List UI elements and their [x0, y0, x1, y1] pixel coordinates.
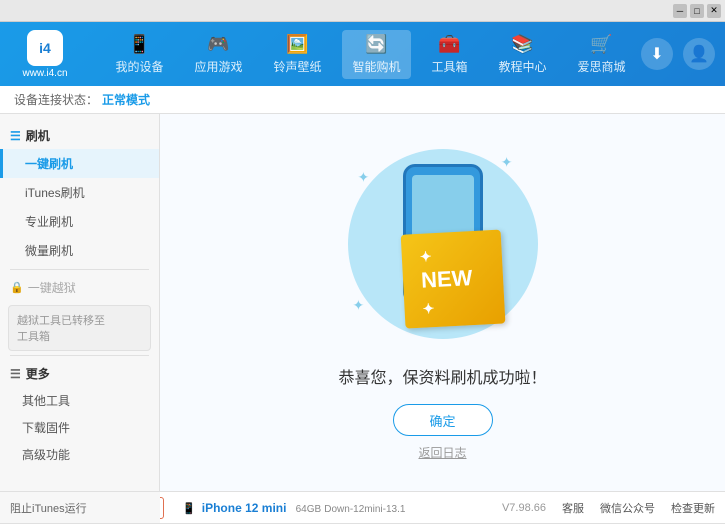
- sidebar-section-jailbreak-label: 一键越狱: [28, 279, 76, 296]
- sidebar-locked-notice: 越狱工具已转移至 工具箱: [8, 305, 151, 351]
- nav-toolbox[interactable]: 🧰 工具箱: [421, 30, 477, 79]
- sidebar-section-more: ☰ 更多: [0, 360, 159, 387]
- confirm-button[interactable]: 确定: [393, 404, 493, 436]
- sidebar: ☰ 刷机 一键刷机 iTunes刷机 专业刷机 微量刷机 🔒 一键越狱 越狱工具…: [0, 114, 160, 491]
- sidebar-divider-1: [10, 269, 149, 270]
- nav-my-device[interactable]: 📱 我的设备: [105, 30, 173, 79]
- nav-my-device-label: 我的设备: [115, 58, 163, 75]
- apps-games-icon: 🎮: [207, 34, 229, 55]
- close-button[interactable]: ✕: [707, 4, 721, 18]
- nav-ringtone[interactable]: 🖼️ 铃声壁纸: [263, 30, 331, 79]
- nav-apps-games[interactable]: 🎮 应用游戏: [184, 30, 252, 79]
- nav-tutorial[interactable]: 📚 教程中心: [488, 30, 556, 79]
- nav-smart-shop-label: 智能购机: [352, 58, 400, 75]
- sidebar-item-itunes-flash-label: iTunes刷机: [25, 186, 85, 200]
- sidebar-item-one-key-flash-label: 一键刷机: [25, 157, 73, 171]
- nav-apps-games-label: 应用游戏: [194, 58, 242, 75]
- nav-ringtone-label: 铃声壁纸: [273, 58, 321, 75]
- nav-tutorial-label: 教程中心: [498, 58, 546, 75]
- sidebar-locked-text2: 工具箱: [17, 331, 50, 343]
- sidebar-item-micro-flash[interactable]: 微量刷机: [0, 236, 159, 265]
- sidebar-item-itunes-flash[interactable]: iTunes刷机: [0, 178, 159, 207]
- status-value: 正常模式: [102, 91, 150, 108]
- logo-area: i4 www.i4.cn: [10, 30, 80, 79]
- sidebar-item-other-tools[interactable]: 其他工具: [0, 387, 159, 414]
- sidebar-item-pro-flash-label: 专业刷机: [25, 215, 73, 229]
- success-message: 恭喜您，保资料刷机成功啦！: [338, 364, 546, 388]
- download-button[interactable]: ⬇: [641, 38, 673, 70]
- window-controls: ─ □ ✕: [673, 4, 721, 18]
- sidebar-item-advanced-func-label: 高级功能: [22, 448, 70, 462]
- sidebar-item-one-key-flash[interactable]: 一键刷机: [0, 149, 159, 178]
- sidebar-section-flash: ☰ 刷机: [0, 122, 159, 149]
- my-device-icon: 📱: [128, 34, 150, 55]
- sidebar-item-micro-flash-label: 微量刷机: [25, 244, 73, 258]
- logo-text: i4: [39, 40, 51, 56]
- maximize-button[interactable]: □: [690, 4, 704, 18]
- device-name: iPhone 12 mini: [202, 501, 287, 515]
- user-button[interactable]: 👤: [683, 38, 715, 70]
- ringtone-icon: 🖼️: [286, 34, 308, 55]
- tutorial-icon: 📚: [511, 34, 533, 55]
- new-badge: NEW: [400, 230, 505, 329]
- nav-smart-shop[interactable]: 🔄 智能购机: [342, 30, 410, 79]
- minimize-button[interactable]: ─: [673, 4, 687, 18]
- version-label: V7.98.66: [502, 502, 546, 514]
- device-model: Down-12mini-13.1: [324, 504, 405, 515]
- smart-shop-icon: 🔄: [365, 34, 387, 55]
- nav-bar: 📱 我的设备 🎮 应用游戏 🖼️ 铃声壁纸 🔄 智能购机 🧰 工具箱 📚 教程中…: [100, 30, 641, 79]
- logo-icon: i4: [27, 30, 63, 66]
- sidebar-locked-text1: 越狱工具已转移至: [17, 315, 105, 327]
- sidebar-item-download-firmware-label: 下载固件: [22, 421, 70, 435]
- device-icon: 📱: [182, 503, 196, 515]
- logo-url: www.i4.cn: [22, 68, 67, 79]
- more-section-icon: ☰: [10, 367, 21, 381]
- sidebar-section-jailbreak: 🔒 一键越狱: [0, 274, 159, 301]
- footer-right: V7.98.66 客服 微信公众号 检查更新: [502, 500, 715, 516]
- status-bar: 设备连接状态： 正常模式: [0, 86, 725, 114]
- device-info: 📱 iPhone 12 mini 64GB Down-12mini-13.1: [182, 501, 405, 515]
- sidebar-divider-2: [10, 355, 149, 356]
- device-storage: 64GB: [296, 504, 322, 515]
- wechat-link[interactable]: 微信公众号: [600, 500, 655, 516]
- sidebar-section-flash-label: 刷机: [26, 127, 50, 144]
- header: i4 www.i4.cn 📱 我的设备 🎮 应用游戏 🖼️ 铃声壁纸 🔄 智能购…: [0, 22, 725, 86]
- sidebar-section-more-label: 更多: [26, 365, 50, 382]
- shop-icon: 🛒: [590, 34, 612, 55]
- status-label: 设备连接状态：: [14, 91, 98, 108]
- title-bar: ─ □ ✕: [0, 0, 725, 22]
- nav-shop[interactable]: 🛒 爱思商城: [567, 30, 635, 79]
- service-link[interactable]: 客服: [562, 500, 584, 516]
- check-update-link[interactable]: 检查更新: [671, 500, 715, 516]
- content-area: ✦ ✦ ✦ NEW 恭喜您，保资料刷机成功啦！ 确定 返回日志: [160, 114, 725, 491]
- sparkle-2: ✦: [501, 154, 513, 171]
- stop-itunes-footer[interactable]: 阻止iTunes运行: [10, 500, 87, 516]
- nav-shop-label: 爱思商城: [577, 58, 625, 75]
- phone-illustration-container: ✦ ✦ ✦ NEW: [343, 144, 543, 344]
- sidebar-item-advanced-func[interactable]: 高级功能: [0, 441, 159, 468]
- flash-section-icon: ☰: [10, 129, 21, 143]
- nav-toolbox-label: 工具箱: [431, 58, 467, 75]
- sidebar-item-download-firmware[interactable]: 下载固件: [0, 414, 159, 441]
- sidebar-item-other-tools-label: 其他工具: [22, 394, 70, 408]
- toolbox-icon: 🧰: [438, 34, 460, 55]
- main-area: ☰ 刷机 一键刷机 iTunes刷机 专业刷机 微量刷机 🔒 一键越狱 越狱工具…: [0, 114, 725, 491]
- back-link[interactable]: 返回日志: [418, 444, 466, 461]
- nav-right: ⬇ 👤: [641, 38, 715, 70]
- sparkle-3: ✦: [353, 297, 365, 314]
- sparkle-1: ✦: [358, 169, 370, 186]
- sidebar-item-pro-flash[interactable]: 专业刷机: [0, 207, 159, 236]
